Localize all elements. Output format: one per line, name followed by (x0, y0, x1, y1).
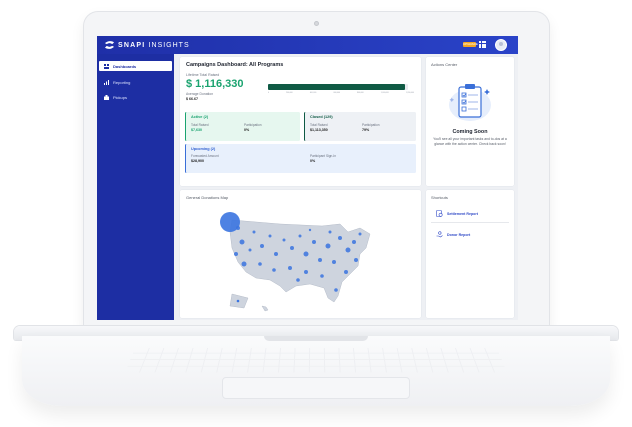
map-cluster-marker (220, 212, 240, 232)
active-total-value: $7,630 (191, 128, 202, 132)
axis-tick: 600,000 (333, 92, 340, 94)
active-participation-value: 0% (244, 128, 250, 132)
clipboard-checklist-icon (449, 84, 491, 121)
snapi-logo-icon (104, 41, 115, 49)
forecast-label: Forecasted Amount (191, 154, 219, 158)
document-chart-icon (436, 210, 443, 217)
sidebar-item-label: Dashboards (113, 63, 137, 69)
laptop-notch (264, 336, 368, 341)
apps-grid-icon[interactable] (479, 41, 486, 48)
average-donation-value: $ 66.67 (186, 97, 198, 101)
actions-center-card: Actions Center Coming Soon You'll see al… (426, 57, 514, 186)
coming-soon-message: You'll see all your important tasks and … (433, 137, 507, 146)
upgrade-button[interactable]: UPGRADE (463, 42, 478, 47)
closed-title: Closed (129) (310, 115, 333, 119)
page-title: Campaigns Dashboard: All Programs (186, 62, 284, 68)
upcoming-campaigns-panel[interactable]: Upcoming (2) Forecasted Amount $28,900 P… (185, 144, 416, 173)
usa-donations-map[interactable] (210, 202, 380, 316)
signin-value: 0% (310, 159, 316, 163)
shortcuts-card: Shortcuts Settlement Report Donor Report (426, 190, 514, 318)
lifetime-label: Lifetime Total Raised (186, 73, 220, 77)
dashboard-icon (104, 63, 109, 69)
closed-participation-value: 79% (362, 128, 370, 132)
active-campaigns-panel[interactable]: Active (2) Total Raised $7,630 Participa… (185, 112, 300, 141)
axis-tick: 0 (268, 92, 269, 94)
upcoming-title: Upcoming (2) (191, 147, 216, 151)
brand-name: SNAPI INSIGHTS (118, 41, 190, 49)
truck-icon (104, 94, 109, 100)
lifetime-progress-bar (268, 84, 408, 90)
laptop-keyboard (124, 348, 508, 373)
camera-icon (314, 21, 319, 26)
laptop-trackpad (222, 377, 410, 399)
signin-label: Participant Sign-In (310, 154, 337, 158)
active-total-label: Total Raised (191, 123, 209, 127)
donations-map-card: General Donations Map (180, 190, 421, 318)
shortcut-divider (431, 222, 509, 223)
closed-participation-label: Participation (362, 123, 380, 127)
donor-report-link[interactable]: Donor Report (436, 231, 470, 238)
sidebar-item-pickups[interactable]: Pickups (99, 92, 172, 102)
lifetime-progress-fill (268, 84, 406, 90)
forecast-value: $28,900 (191, 159, 204, 163)
average-donation-label: Average Donation (186, 92, 214, 96)
sidebar-item-label: Pickups (113, 94, 128, 100)
active-title: Active (2) (191, 115, 209, 119)
coming-soon-heading: Coming Soon (452, 129, 488, 135)
axis-tick: 1,000,000 (380, 92, 389, 94)
shortcut-label: Settlement Report (447, 211, 478, 216)
map-title: General Donations Map (186, 195, 229, 200)
axis-tick: 400,000 (309, 92, 317, 94)
laptop-mockup: SNAPI INSIGHTS UPGRADE Dashboards Report… (0, 0, 632, 427)
closed-total-value: $1,113,350 (310, 128, 328, 132)
sidebar-item-reporting[interactable]: Reporting (99, 77, 172, 87)
axis-tick: 1,200,000 (405, 92, 414, 94)
avatar[interactable] (495, 39, 507, 51)
sidebar: Dashboards Reporting Pickups (97, 54, 174, 320)
settlement-report-link[interactable]: Settlement Report (436, 210, 478, 217)
sidebar-item-label: Reporting (113, 79, 131, 85)
lifetime-total-value: $ 1,116,330 (186, 78, 244, 90)
closed-campaigns-panel[interactable]: Closed (129) Total Raised $1,113,350 Par… (304, 112, 416, 141)
bar-chart-icon (104, 79, 109, 85)
shortcuts-title: Shortcuts (431, 195, 448, 200)
top-bar: SNAPI INSIGHTS UPGRADE (97, 36, 518, 54)
axis-tick: 200,000 (286, 92, 293, 94)
campaigns-dashboard-card: Campaigns Dashboard: All Programs Lifeti… (180, 57, 421, 186)
active-participation-label: Participation (244, 123, 262, 127)
axis-tick: 800,000 (357, 92, 364, 94)
shortcut-label: Donor Report (447, 232, 471, 237)
actions-title: Actions Center (431, 62, 458, 67)
brand-logo[interactable]: SNAPI INSIGHTS (104, 40, 190, 50)
closed-total-label: Total Raised (310, 123, 328, 127)
donor-hand-icon (436, 231, 443, 238)
app-screen: SNAPI INSIGHTS UPGRADE Dashboards Report… (97, 36, 518, 320)
progress-axis: 0 200,000 400,000 600,000 800,000 1,000,… (268, 92, 414, 96)
sidebar-item-dashboards[interactable]: Dashboards (99, 61, 172, 71)
